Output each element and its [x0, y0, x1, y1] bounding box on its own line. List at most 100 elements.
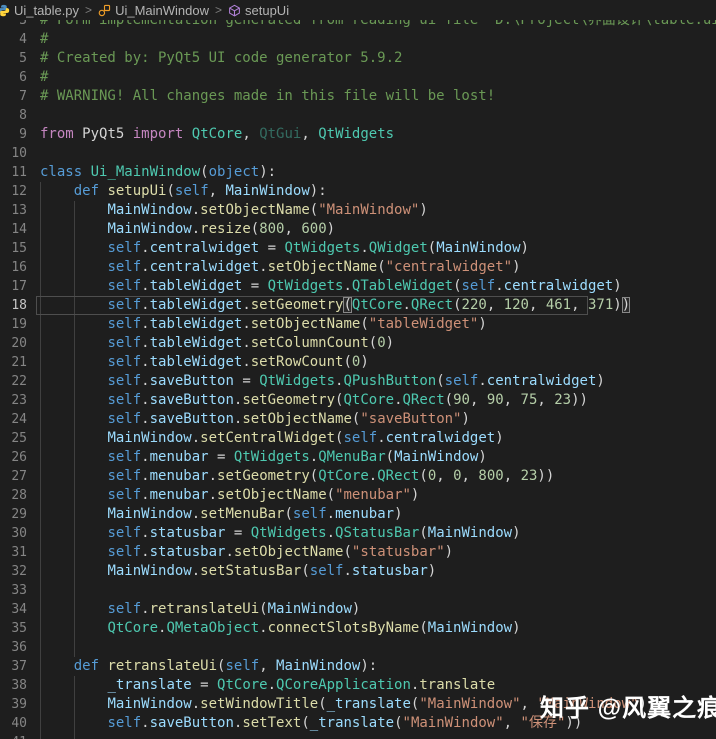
code-line[interactable]: 18 self.tableWidget.setGeometry(QtCore.Q…	[0, 296, 716, 315]
code-line[interactable]: 21 self.tableWidget.setRowCount(0)	[0, 353, 716, 372]
code-text: MainWindow.setObjectName("MainWindow")	[40, 201, 427, 220]
line-number: 14	[11, 222, 27, 237]
token-t: QtCore	[217, 677, 268, 693]
token-d: .	[267, 677, 277, 693]
code-line[interactable]: 24 self.saveButton.setObjectName("saveBu…	[0, 410, 716, 429]
token-k: self	[107, 449, 142, 465]
code-line[interactable]: 6 #	[0, 68, 716, 87]
code-line[interactable]: 20 self.tableWidget.setColumnCount(0)	[0, 334, 716, 353]
token-d: ,	[301, 126, 319, 142]
code-line[interactable]: 14 MainWindow.resize(800, 600)	[0, 220, 716, 239]
code-line[interactable]: 17 self.tableWidget = QtWidgets.QTableWi…	[0, 277, 716, 296]
token-d: (	[444, 392, 454, 408]
token-n: 371	[587, 297, 614, 313]
code-line[interactable]: 22 self.saveButton = QtWidgets.QPushButt…	[0, 372, 716, 391]
token-d: .	[141, 373, 150, 389]
token-k: self	[107, 278, 142, 294]
code-line[interactable]: 12 def setupUi(self, MainWindow):	[0, 182, 716, 201]
token-d: ,	[537, 392, 555, 408]
token-d: =	[233, 373, 260, 389]
line-number: 19	[11, 317, 27, 332]
line-number: 24	[11, 412, 27, 427]
code-line[interactable]: 11 class Ui_MainWindow(object):	[0, 163, 716, 182]
token-f: translate	[419, 677, 496, 693]
code-line[interactable]: 25 MainWindow.setCentralWidget(self.cent…	[0, 429, 716, 448]
token-v: MainWindow	[225, 183, 310, 199]
token-t: QWidget	[368, 240, 428, 256]
code-line[interactable]: 5 # Created by: PyQt5 UI code generator 5…	[0, 49, 716, 68]
code-line[interactable]: 27 self.menubar.setGeometry(QtCore.QRect…	[0, 467, 716, 486]
code-text: MainWindow.resize(800, 600)	[40, 220, 335, 239]
indent-guide	[74, 638, 75, 657]
code-line[interactable]: 9 from PyQt5 import QtCore, QtGui, QtWidg…	[0, 125, 716, 144]
token-k: self	[107, 468, 142, 484]
code-editor[interactable]: 3 # Form implementation generated from re…	[0, 11, 716, 739]
token-v: tableWidget	[149, 297, 243, 313]
code-line[interactable]: 37 def retranslateUi(self, MainWindow):	[0, 657, 716, 676]
token-d: .	[141, 316, 150, 332]
code-line[interactable]: 19 self.tableWidget.setObjectName("table…	[0, 315, 716, 334]
token-v: MainWindow	[107, 696, 192, 712]
code-line[interactable]: 31 self.statusbar.setObjectName("statusb…	[0, 543, 716, 562]
token-k: self	[107, 487, 142, 503]
code-text: from PyQt5 import QtCore, QtGui, QtWidge…	[40, 125, 394, 144]
token-v: MainWindow	[107, 202, 192, 218]
token-t: Ui_MainWindow	[90, 164, 201, 180]
code-line[interactable]: 28 self.menubar.setObjectName("menubar")	[0, 486, 716, 505]
code-line[interactable]: 7 # WARNING! All changes made in this fil…	[0, 87, 716, 106]
token-d	[40, 487, 107, 503]
code-text: self.saveButton = QtWidgets.QPushButton(…	[40, 372, 604, 391]
code-line[interactable]: 32 MainWindow.setStatusBar(self.statusba…	[0, 562, 716, 581]
token-k: self	[107, 715, 142, 731]
token-v: _translate	[107, 677, 192, 693]
breadcrumb-item-class[interactable]: Ui_MainWindow	[98, 3, 209, 18]
token-s: "centralwidget"	[385, 259, 513, 275]
breadcrumb-item-method[interactable]: setupUi	[228, 3, 289, 18]
token-d: .	[242, 335, 251, 351]
token-d: )	[495, 430, 504, 446]
code-line[interactable]: 35 QtCore.QMetaObject.connectSlotsByName…	[0, 619, 716, 638]
code-line[interactable]: 15 self.centralwidget = QtWidgets.QWidge…	[0, 239, 716, 258]
code-line[interactable]: 34 self.retranslateUi(MainWindow)	[0, 600, 716, 619]
token-t: QTableWidget	[351, 278, 454, 294]
code-line[interactable]: 33	[0, 581, 716, 600]
breadcrumb-item-file[interactable]: Ui_table.py	[0, 3, 79, 18]
token-d: )	[410, 487, 420, 503]
code-line[interactable]: 36	[0, 638, 716, 657]
token-v: statusbar	[149, 544, 226, 560]
token-k: self	[107, 316, 142, 332]
token-f: setGeometry	[217, 468, 310, 484]
code-line[interactable]: 41	[0, 733, 716, 739]
line-number: 16	[11, 260, 27, 275]
token-v: centralwidget	[149, 259, 260, 275]
code-line[interactable]: 23 self.saveButton.setGeometry(QtCore.QR…	[0, 391, 716, 410]
token-v: menubar	[149, 449, 209, 465]
line-number: 21	[11, 355, 27, 370]
token-v: _translate	[309, 715, 395, 731]
code-text: self.saveButton.setText(_translate("Main…	[40, 714, 582, 733]
token-f: retranslateUi	[149, 601, 260, 617]
token-v: MainWindow	[427, 620, 513, 636]
token-d: (	[326, 487, 336, 503]
token-d: .	[141, 259, 150, 275]
token-d: ,	[284, 221, 302, 237]
code-text: def retranslateUi(self, MainWindow):	[40, 657, 377, 676]
code-text: self.menubar.setGeometry(QtCore.QRect(0,…	[40, 467, 554, 486]
code-line[interactable]: 13 MainWindow.setObjectName("MainWindow"…	[0, 201, 716, 220]
code-line[interactable]: 26 self.menubar = QtWidgets.QMenuBar(Mai…	[0, 448, 716, 467]
code-line[interactable]: 30 self.statusbar = QtWidgets.QStatusBar…	[0, 524, 716, 543]
token-s: "tableWidget"	[368, 316, 479, 332]
code-line[interactable]: 16 self.centralwidget.setObjectName("cen…	[0, 258, 716, 277]
token-d: .	[141, 411, 150, 427]
class-icon	[98, 4, 111, 17]
token-d: .	[141, 525, 150, 541]
code-line[interactable]: 4 #	[0, 30, 716, 49]
code-line[interactable]: 29 MainWindow.setMenuBar(self.menubar)	[0, 505, 716, 524]
code-line[interactable]: 10	[0, 144, 716, 163]
code-line[interactable]: 8	[0, 106, 716, 125]
token-f: setText	[242, 715, 302, 731]
token-k: self	[107, 259, 142, 275]
line-number: 34	[11, 602, 27, 617]
token-d	[40, 297, 107, 313]
token-d: =	[191, 677, 218, 693]
